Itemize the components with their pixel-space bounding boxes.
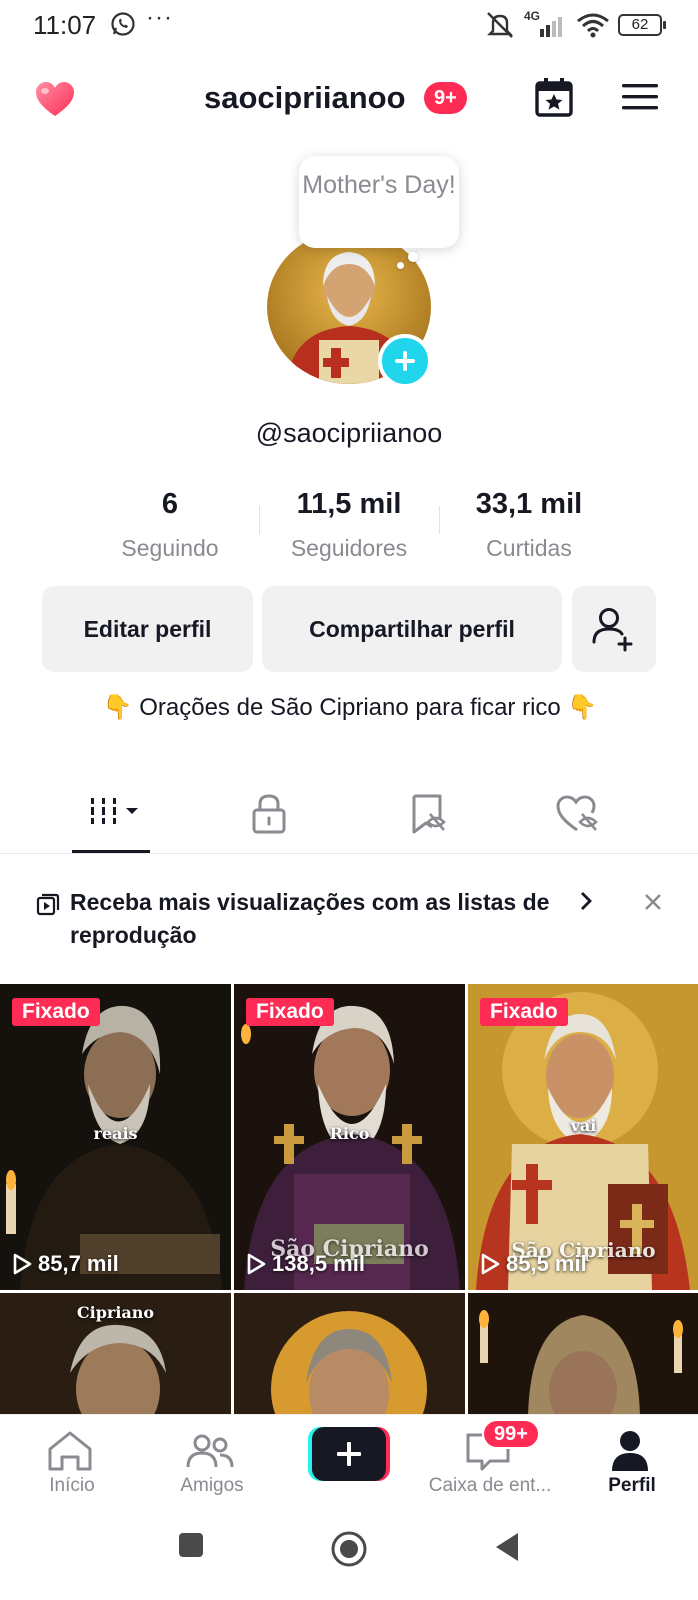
playlist-icon (36, 893, 60, 916)
tab-active-indicator (72, 850, 150, 853)
stat-value: 11,5 mil (296, 488, 402, 520)
menu-icon[interactable] (622, 82, 658, 112)
video-thumbnail[interactable]: Fixado reais 85,7 mil (0, 984, 231, 1290)
profile-tabs (0, 784, 698, 854)
nav-profile[interactable]: Perfil (562, 1415, 682, 1515)
cellular-signal-icon: 4G (524, 9, 568, 39)
friends-icon (186, 1434, 234, 1468)
video-thumbnail[interactable] (234, 1293, 465, 1414)
heart-icon[interactable] (34, 80, 76, 118)
view-count: 138,5 mil (246, 1250, 365, 1278)
view-count: 85,7 mil (12, 1250, 119, 1278)
calendar-star-icon[interactable] (534, 76, 574, 118)
video-caption: Rico (329, 1124, 370, 1143)
tab-liked[interactable] (552, 792, 612, 838)
back-icon[interactable] (492, 1530, 522, 1564)
share-profile-button[interactable]: Compartilhar perfil (262, 586, 562, 672)
wifi-icon (577, 13, 609, 38)
profile-header: saocipriianoo 9+ (0, 62, 698, 132)
lock-icon (252, 794, 286, 834)
status-more-icon: ··· (146, 4, 173, 31)
nav-label: Perfil (608, 1475, 656, 1496)
bookmark-hidden-icon (412, 794, 446, 834)
stat-likes[interactable]: 33,1 mil Curtidas (439, 488, 619, 562)
stat-value: 6 (161, 488, 179, 520)
pinned-badge: Fixado (480, 998, 568, 1026)
heart-hidden-icon (556, 795, 598, 832)
pinned-badge: Fixado (246, 998, 334, 1026)
video-caption: vai (570, 1116, 597, 1135)
stat-label: Seguindo (121, 535, 219, 561)
play-icon (481, 1253, 500, 1275)
video-thumbnail-image (234, 1293, 465, 1414)
view-count-label: 85,5 mil (506, 1251, 587, 1276)
home-button-icon[interactable] (330, 1530, 368, 1568)
video-caption: reais (93, 1124, 138, 1143)
stat-followers[interactable]: 11,5 mil Seguidores (259, 488, 439, 562)
create-button[interactable] (308, 1427, 390, 1481)
recent-apps-icon[interactable] (176, 1530, 206, 1560)
notification-badge[interactable]: 9+ (424, 82, 467, 114)
videos-grid-icon (91, 798, 138, 824)
playlist-banner-text[interactable]: Receba mais visualizações com as listas … (70, 886, 570, 952)
video-thumbnail[interactable]: Cipriano (0, 1293, 231, 1414)
status-time: 11:07 (33, 10, 97, 40)
add-friends-button[interactable] (572, 586, 656, 672)
pinned-badge: Fixado (12, 998, 100, 1026)
mute-icon (487, 12, 513, 38)
note-bubble[interactable]: Mother's Day! (299, 156, 459, 248)
nav-label: Amigos (180, 1475, 244, 1496)
playlist-banner[interactable]: Receba mais visualizações com as listas … (0, 856, 698, 984)
profile-bio: 👇 Orações de São Cipriano para ficar ric… (102, 694, 598, 721)
video-thumbnail[interactable] (468, 1293, 698, 1414)
view-count-label: 138,5 mil (272, 1251, 365, 1276)
view-count-label: 85,7 mil (38, 1251, 119, 1276)
status-right: 4G 62 (484, 9, 666, 40)
profile-stats: 6 Seguindo 11,5 mil Seguidores 33,1 mil … (0, 488, 698, 568)
tab-videos[interactable] (88, 792, 148, 838)
close-icon[interactable] (643, 892, 663, 912)
video-thumbnail[interactable]: Fixado Rico São Cipriano 138,5 mil (234, 984, 465, 1290)
system-nav-bar (0, 1514, 698, 1600)
stat-label: Curtidas (486, 535, 572, 561)
stat-following[interactable]: 6 Seguindo (80, 488, 260, 562)
view-count: 85,5 mil (480, 1250, 587, 1278)
nav-label: Caixa de ent... (428, 1475, 552, 1496)
video-grid: Fixado reais 85,7 mil Fixado Rico São Ci… (0, 984, 698, 1414)
chevron-right-icon[interactable] (578, 890, 594, 912)
play-icon (13, 1253, 32, 1275)
stat-label: Seguidores (290, 535, 408, 561)
bubble-tail (408, 252, 418, 262)
plus-icon (308, 1427, 390, 1481)
profile-icon (612, 1431, 648, 1471)
bottom-nav: Início Amigos Caixa de ent... 99+ Perfil (0, 1414, 698, 1514)
bubble-tail (397, 262, 404, 269)
add-user-icon (592, 608, 633, 652)
play-icon (247, 1253, 266, 1275)
inbox-badge: 99+ (482, 1419, 540, 1449)
edit-profile-button[interactable]: Editar perfil (42, 586, 253, 672)
tab-private[interactable] (240, 792, 300, 838)
profile-handle: @saocipriianoo (255, 418, 443, 448)
battery-icon: 62 (618, 14, 666, 36)
status-bar: 11:07 ··· 4G 62 (0, 0, 698, 52)
nav-home[interactable]: Início (2, 1415, 122, 1515)
video-caption: Cipriano (76, 1303, 155, 1322)
nav-label: Início (49, 1475, 95, 1496)
add-story-button[interactable] (378, 334, 432, 388)
stat-value: 33,1 mil (475, 488, 583, 520)
video-thumbnail-image (468, 1293, 698, 1414)
whatsapp-icon (111, 12, 135, 36)
nav-friends[interactable]: Amigos (142, 1415, 262, 1515)
tab-favorites[interactable] (400, 792, 460, 838)
video-thumbnail[interactable]: Fixado vai São Cipriano 85,5 mil (468, 984, 698, 1290)
home-icon (48, 1431, 92, 1471)
profile-username-title[interactable]: saocipriianoo (204, 80, 406, 116)
